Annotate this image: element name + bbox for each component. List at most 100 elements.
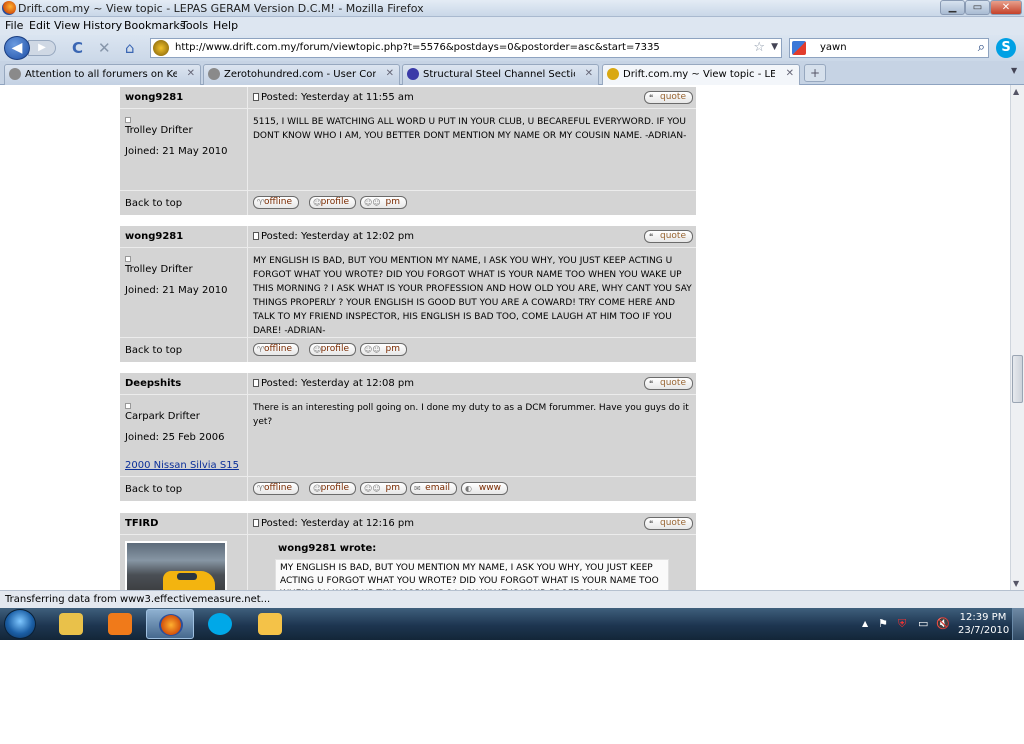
tab-close-icon[interactable]: ✕ — [386, 68, 394, 79]
close-button[interactable]: ✕ — [990, 0, 1022, 15]
quote-icon: ❝ — [649, 232, 654, 241]
clock[interactable]: 12:39 PM 23/7/2010 — [958, 611, 1009, 637]
show-hidden-icons-icon[interactable]: ▲ — [862, 619, 868, 628]
post-header: Deepshits Posted: Yesterday at 12:08 pm … — [120, 373, 696, 395]
tab-1[interactable]: Attention to all forumers on Kendri... ✕ — [4, 64, 201, 85]
menu-edit[interactable]: Edit — [29, 19, 50, 32]
back-to-top-link[interactable]: Back to top — [125, 198, 182, 209]
tab-close-icon[interactable]: ✕ — [786, 68, 794, 79]
bookmark-star-icon[interactable]: ☆ — [753, 40, 765, 55]
menu-bookmarks[interactable]: Bookmarks — [124, 19, 185, 32]
maximize-button[interactable]: ▭ — [965, 0, 990, 15]
rank-icon — [125, 403, 131, 409]
skype-icon[interactable]: S — [996, 38, 1016, 58]
tab-label: Structural Steel Channel Section Pro... — [423, 69, 575, 80]
avatar — [125, 541, 227, 590]
profile-button[interactable]: ☺ profile — [309, 482, 356, 495]
profile-icon: ☺ — [313, 345, 322, 354]
url-bar[interactable]: http://www.drift.com.my/forum/viewtopic.… — [150, 38, 782, 58]
vertical-scrollbar[interactable]: ▲ ▼ — [1010, 85, 1024, 590]
explorer-icon — [59, 613, 83, 635]
outlook-icon — [258, 613, 282, 635]
search-input[interactable]: yawn — [820, 42, 847, 53]
home-icon[interactable]: ⌂ — [125, 39, 135, 57]
search-icon[interactable]: ⌕ — [978, 40, 985, 55]
volume-muted-icon[interactable]: 🔇 — [936, 617, 950, 630]
menu-view[interactable]: View — [54, 19, 80, 32]
taskbar-firefox[interactable] — [146, 609, 194, 639]
quote-label: quote — [660, 378, 686, 388]
offline-icon: ♈ — [257, 484, 265, 493]
menu-tools[interactable]: Tools — [181, 19, 208, 32]
www-button[interactable]: ◐ www — [461, 482, 508, 495]
quote-button[interactable]: ❝ quote — [644, 377, 693, 390]
menu-help[interactable]: Help — [213, 19, 238, 32]
pm-button[interactable]: ☺☺ pm — [360, 343, 407, 356]
pm-button[interactable]: ☺☺ pm — [360, 196, 407, 209]
menu-file[interactable]: File — [5, 19, 23, 32]
url-dropdown-icon[interactable]: ▼ — [771, 42, 778, 52]
user-joined: Joined: 21 May 2010 — [125, 285, 228, 296]
stop-icon[interactable]: ✕ — [98, 39, 111, 57]
search-bar[interactable]: yawn ⌕ — [789, 38, 989, 58]
post-header: TFIRD Posted: Yesterday at 12:16 pm ❝ quo… — [120, 513, 696, 535]
tab-close-icon[interactable]: ✕ — [585, 68, 593, 79]
forward-button[interactable]: ▶ — [28, 40, 56, 56]
quote-button[interactable]: ❝ quote — [644, 230, 693, 243]
network-icon[interactable]: ▭ — [918, 617, 928, 630]
taskbar-media-player[interactable] — [96, 609, 144, 639]
security-icon[interactable]: ⛨ — [898, 617, 906, 631]
taskbar-skype[interactable] — [196, 609, 244, 639]
status-bar: Transferring data from www3.effectivemea… — [0, 590, 1024, 608]
post-body: 5115, I WILL BE WATCHING ALL WORD U PUT … — [253, 117, 687, 141]
show-desktop-button[interactable] — [1012, 608, 1024, 640]
post-username: TFIRD — [125, 518, 159, 529]
quote-box: MY ENGLISH IS BAD, BUT YOU MENTION MY NA… — [275, 559, 669, 590]
post-date: Posted: Yesterday at 12:02 pm — [253, 231, 414, 242]
tab-close-icon[interactable]: ✕ — [187, 68, 195, 79]
tab-4-active[interactable]: Drift.com.my ~ View topic - LEPA... ✕ — [602, 64, 800, 85]
scroll-thumb[interactable] — [1012, 355, 1023, 403]
quote-label: quote — [660, 92, 686, 102]
quote-author: wong9281 wrote: — [278, 543, 377, 554]
back-button[interactable]: ◀ — [4, 36, 30, 60]
forum-post: Deepshits Posted: Yesterday at 12:08 pm … — [120, 373, 696, 501]
status-text: Transferring data from www3.effectivemea… — [5, 594, 271, 605]
url-text[interactable]: http://www.drift.com.my/forum/viewtopic.… — [175, 42, 660, 53]
offline-button[interactable]: ♈ offline — [253, 196, 299, 209]
minimize-button[interactable]: ▁ — [940, 0, 965, 15]
tab-label: Drift.com.my ~ View topic - LEPA... — [623, 69, 775, 80]
quote-button[interactable]: ❝ quote — [644, 91, 693, 104]
post-header: wong9281 Posted: Yesterday at 11:55 am ❝… — [120, 87, 696, 109]
email-label: email — [425, 483, 450, 493]
tab-list-icon[interactable]: ▼ — [1011, 66, 1017, 75]
back-to-top-link[interactable]: Back to top — [125, 484, 182, 495]
scroll-up-icon[interactable]: ▲ — [1013, 87, 1019, 96]
taskbar-outlook[interactable] — [246, 609, 294, 639]
profile-button[interactable]: ☺ profile — [309, 343, 356, 356]
email-button[interactable]: ✉ email — [410, 482, 457, 495]
user-car-link[interactable]: 2000 Nissan Silvia S15 — [125, 460, 239, 471]
title-bar: Drift.com.my ~ View topic - LEPAS GERAM … — [0, 0, 1024, 17]
profile-icon: ☺ — [313, 198, 322, 207]
taskbar-explorer[interactable] — [47, 609, 95, 639]
offline-button[interactable]: ♈ offline — [253, 482, 299, 495]
offline-button[interactable]: ♈ offline — [253, 343, 299, 356]
pm-button[interactable]: ☺☺ pm — [360, 482, 407, 495]
scroll-down-icon[interactable]: ▼ — [1013, 579, 1019, 588]
reload-icon[interactable]: C — [72, 39, 83, 57]
start-button[interactable] — [4, 609, 36, 639]
tab-label: Zerotohundred.com - User Control ... — [224, 69, 376, 80]
quote-button[interactable]: ❝ quote — [644, 517, 693, 530]
action-center-icon[interactable]: ⚑ — [878, 617, 888, 630]
post-icon — [253, 93, 259, 101]
profile-button[interactable]: ☺ profile — [309, 196, 356, 209]
post-icon — [253, 232, 259, 240]
avatar-car-window — [177, 573, 197, 580]
back-to-top-link[interactable]: Back to top — [125, 345, 182, 356]
tab-2[interactable]: Zerotohundred.com - User Control ... ✕ — [203, 64, 400, 85]
new-tab-button[interactable]: + — [804, 64, 826, 82]
tab-3[interactable]: Structural Steel Channel Section Pro... … — [402, 64, 599, 85]
google-icon[interactable] — [792, 41, 806, 55]
menu-history[interactable]: History — [83, 19, 122, 32]
